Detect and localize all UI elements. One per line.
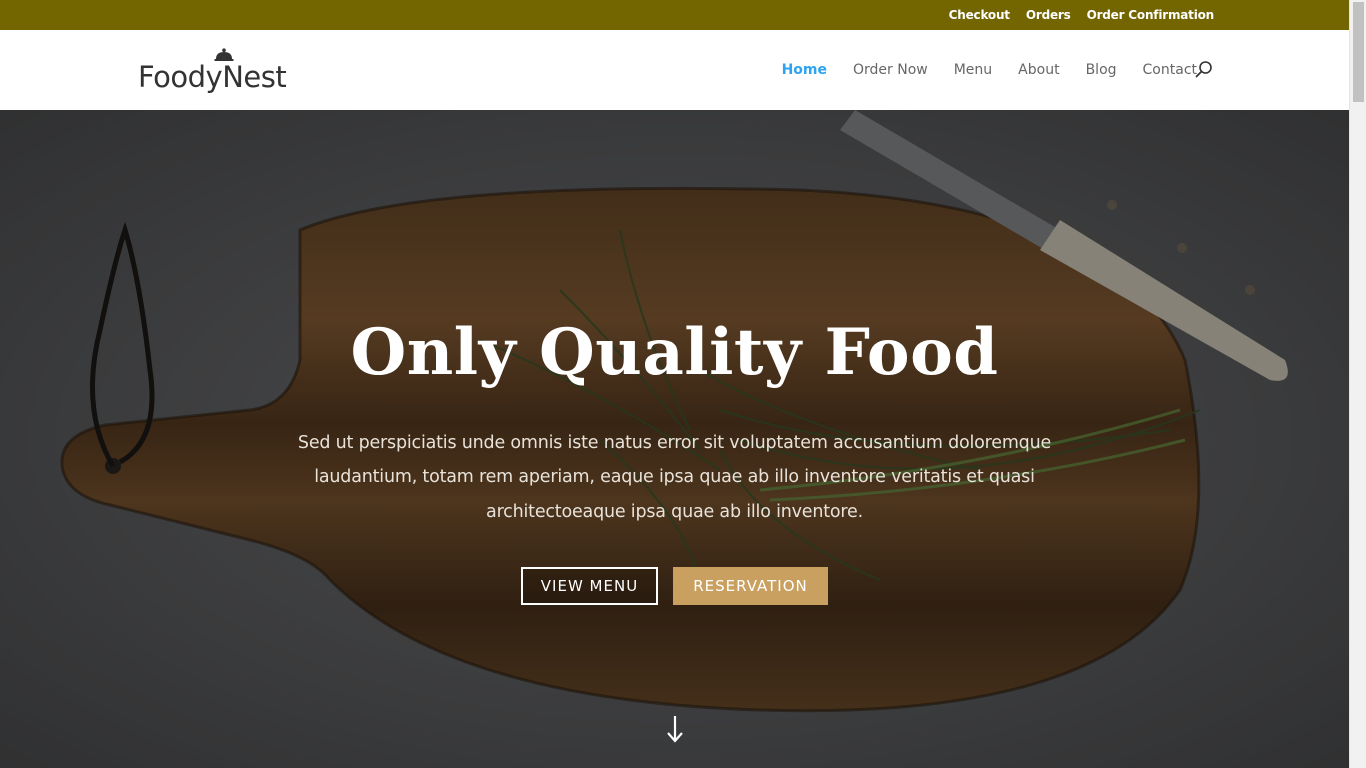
nav-item-home[interactable]: Home <box>782 62 827 78</box>
reservation-button[interactable]: RESERVATION <box>673 567 828 605</box>
view-menu-button[interactable]: VIEW MENU <box>521 567 658 605</box>
cloche-icon <box>214 48 234 61</box>
arrow-down-icon[interactable] <box>664 714 686 744</box>
hero-title: Only Quality Food <box>350 314 999 390</box>
top-bar: Checkout Orders Order Confirmation <box>0 0 1349 30</box>
vertical-scrollbar[interactable] <box>1349 0 1366 768</box>
nav-item-order-now[interactable]: Order Now <box>853 62 928 78</box>
top-bar-links: Checkout Orders Order Confirmation <box>949 0 1215 30</box>
nav-item-blog[interactable]: Blog <box>1086 62 1117 78</box>
main-nav: Home Order Now Menu About Blog Contact <box>782 30 1197 110</box>
topbar-link-checkout[interactable]: Checkout <box>949 8 1010 22</box>
nav-item-menu[interactable]: Menu <box>954 62 992 78</box>
logo-text: FoodyNest <box>138 60 287 94</box>
site-header: FoodyNest Home Order Now Menu About Blog… <box>0 30 1349 110</box>
logo[interactable]: FoodyNest <box>138 48 287 94</box>
search-icon[interactable] <box>1194 60 1214 80</box>
scrollbar-thumb[interactable] <box>1353 2 1364 102</box>
nav-item-contact[interactable]: Contact <box>1143 62 1197 78</box>
hero-section: Only Quality Food Sed ut perspiciatis un… <box>0 110 1349 768</box>
nav-item-about[interactable]: About <box>1018 62 1059 78</box>
topbar-link-orders[interactable]: Orders <box>1026 8 1071 22</box>
topbar-link-order-confirmation[interactable]: Order Confirmation <box>1087 8 1215 22</box>
hero-description: Sed ut perspiciatis unde omnis iste natu… <box>297 432 1052 522</box>
